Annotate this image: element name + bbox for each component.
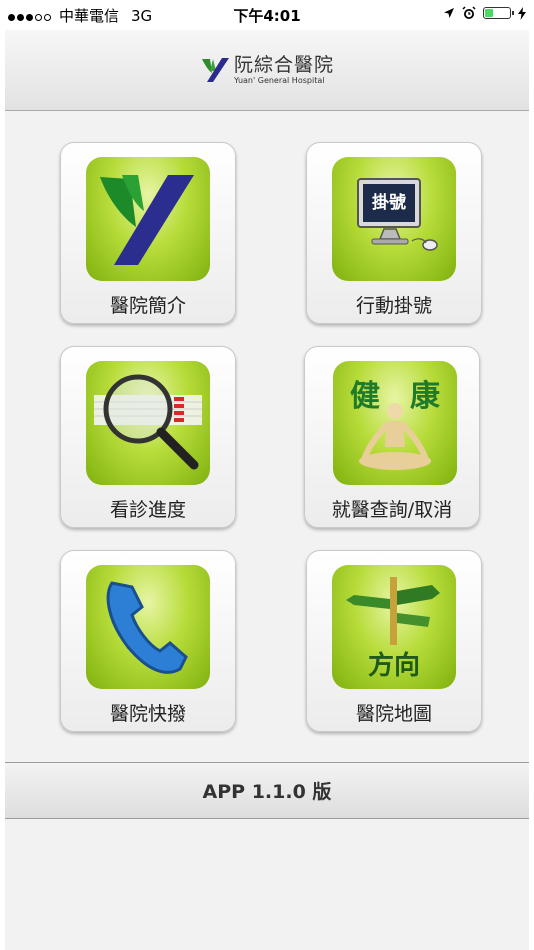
status-right [443, 6, 526, 20]
phone-icon [86, 565, 210, 689]
menu-label: 醫院快撥 [109, 703, 186, 725]
battery-icon [483, 7, 514, 19]
logo-english-name: Yuan' General Hospital [233, 75, 325, 85]
menu-label: 就醫查詢/取消 [331, 499, 453, 521]
menu-grid: 醫院簡介 掛號 行動掛號 看診進度 健 康 就醫查詢/取消 醫院快撥 方向 醫院… [5, 140, 529, 760]
yuan-logo-icon [201, 58, 229, 82]
app-header: 阮綜合醫院 Yuan' General Hospital [5, 30, 529, 111]
direction-signpost-icon: 方向 [332, 565, 456, 689]
magnifier-progress-icon [86, 361, 210, 485]
menu-item-hospital-map[interactable]: 方向 醫院地圖 [306, 550, 482, 732]
menu-item-mobile-registration[interactable]: 掛號 行動掛號 [306, 142, 482, 324]
app-version: APP 1.1.0 版 [202, 781, 332, 803]
menu-item-hospital-intro[interactable]: 醫院簡介 [60, 142, 236, 324]
menu-item-clinic-progress[interactable]: 看診進度 [60, 346, 236, 528]
menu-item-hospital-hotline[interactable]: 醫院快撥 [60, 550, 236, 732]
logo-chinese-name: 阮綜合醫院 [233, 53, 334, 76]
menu-label: 醫院地圖 [355, 703, 432, 725]
version-footer: APP 1.1.0 版 [5, 762, 529, 819]
direction-icon-text: 方向 [367, 651, 420, 681]
hospital-logo-icon [86, 157, 210, 281]
register-icon-text: 掛號 [372, 193, 406, 213]
hospital-logo: 阮綜合醫院 Yuan' General Hospital [200, 53, 334, 85]
charging-bolt-icon [518, 6, 526, 20]
computer-register-icon: 掛號 [332, 157, 456, 281]
status-bar: 中華電信 3G 下午4:01 [0, 0, 534, 30]
location-arrow-icon [444, 8, 454, 18]
menu-label: 醫院簡介 [109, 295, 186, 317]
menu-label: 看診進度 [109, 499, 186, 521]
app-container: 阮綜合醫院 Yuan' General Hospital 醫院簡介 掛號 行動掛… [5, 30, 529, 950]
menu-label: 行動掛號 [355, 295, 432, 317]
menu-item-appointment-query[interactable]: 健 康 就醫查詢/取消 [304, 346, 480, 528]
health-yoga-icon: 健 康 [333, 361, 457, 485]
health-icon-text: 健 康 [350, 379, 440, 414]
alarm-clock-icon [462, 6, 476, 19]
